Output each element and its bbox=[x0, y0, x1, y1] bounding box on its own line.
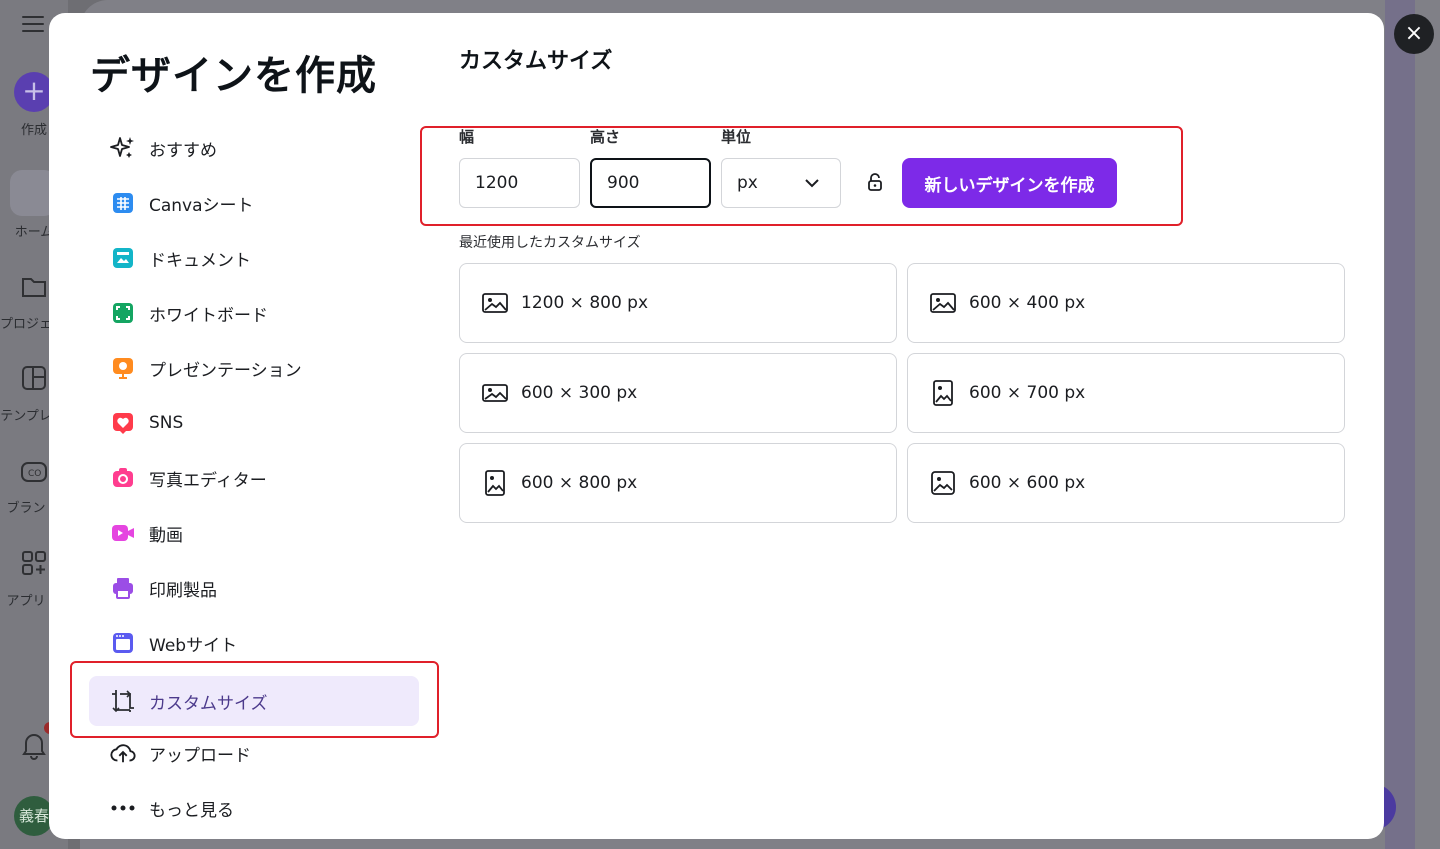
recent-size-card[interactable]: 1200 × 800 px bbox=[459, 263, 897, 343]
folder-icon bbox=[22, 278, 46, 297]
bell-icon bbox=[22, 734, 46, 760]
recent-size-text: 600 × 400 px bbox=[969, 293, 1086, 313]
recent-size-text: 1200 × 800 px bbox=[521, 293, 649, 313]
nav-label: 写真エディター bbox=[149, 470, 267, 491]
width-label: 幅 bbox=[459, 128, 475, 146]
nav-label: ドキュメント bbox=[149, 250, 251, 271]
menu-icon bbox=[22, 16, 44, 34]
recent-sizes-label: 最近使用したカスタムサイズ bbox=[459, 235, 641, 251]
height-input[interactable]: 900 bbox=[590, 158, 711, 208]
portrait-image-icon bbox=[929, 379, 957, 407]
brand-icon: CO bbox=[21, 462, 47, 482]
nav-label: アップロード bbox=[149, 745, 251, 766]
create-icon: + bbox=[14, 72, 54, 112]
nav-label: 印刷製品 bbox=[149, 580, 217, 601]
unit-select-value: px bbox=[737, 173, 758, 193]
nav-label: Canvaシート bbox=[149, 195, 254, 216]
close-button[interactable]: × bbox=[1394, 14, 1434, 54]
square-image-icon bbox=[929, 469, 957, 497]
nav-label: SNS bbox=[149, 413, 184, 433]
nav-item-video[interactable]: 動画 bbox=[89, 508, 419, 558]
recent-size-card[interactable]: 600 × 300 px bbox=[459, 353, 897, 433]
nav-label: Webサイト bbox=[149, 635, 238, 656]
recent-size-card[interactable]: 600 × 400 px bbox=[907, 263, 1345, 343]
nav-item-upload[interactable]: アップロード bbox=[89, 728, 419, 778]
presentation-icon bbox=[110, 355, 136, 381]
cloud-upload-icon bbox=[110, 740, 136, 766]
modal-title: デザインを作成 bbox=[90, 53, 377, 99]
heart-icon bbox=[110, 410, 136, 436]
recent-size-text: 600 × 600 px bbox=[969, 473, 1086, 493]
recent-size-text: 600 × 300 px bbox=[521, 383, 638, 403]
unlock-icon[interactable] bbox=[867, 172, 883, 192]
nav-label: カスタムサイズ bbox=[149, 693, 268, 714]
document-icon bbox=[110, 245, 136, 271]
create-design-modal: デザインを作成 おすすめ Canvaシート ドキュメント ホワイトボード プレゼ… bbox=[49, 13, 1384, 839]
section-title: カスタムサイズ bbox=[459, 49, 613, 74]
nav-item-sns[interactable]: SNS bbox=[89, 398, 419, 448]
create-new-design-button[interactable]: 新しいデザインを作成 bbox=[902, 158, 1117, 208]
recent-size-text: 600 × 700 px bbox=[969, 383, 1086, 403]
svg-text:CO: CO bbox=[28, 469, 41, 479]
template-icon bbox=[22, 366, 46, 390]
unit-label: 単位 bbox=[721, 128, 752, 146]
nav-label: ホワイトボード bbox=[149, 305, 268, 326]
chevron-down-icon bbox=[805, 179, 819, 188]
landscape-image-icon bbox=[481, 289, 509, 317]
avatar: 義春 bbox=[14, 796, 54, 836]
apps-icon bbox=[22, 551, 46, 575]
nav-item-whiteboard[interactable]: ホワイトボード bbox=[89, 288, 419, 338]
recent-size-card[interactable]: 600 × 700 px bbox=[907, 353, 1345, 433]
nav-item-more[interactable]: もっと見る bbox=[89, 783, 419, 833]
nav-label: おすすめ bbox=[149, 140, 217, 161]
nav-item-print[interactable]: 印刷製品 bbox=[89, 563, 419, 613]
landscape-image-icon bbox=[481, 379, 509, 407]
nav-item-photo-editor[interactable]: 写真エディター bbox=[89, 453, 419, 503]
camera-icon bbox=[110, 465, 136, 491]
recent-size-text: 600 × 800 px bbox=[521, 473, 638, 493]
width-input[interactable]: 1200 bbox=[459, 158, 580, 208]
nav-label: プレゼンテーション bbox=[149, 360, 302, 381]
printer-icon bbox=[110, 575, 136, 601]
nav-item-recommended[interactable]: おすすめ bbox=[89, 123, 419, 173]
whiteboard-icon bbox=[110, 300, 136, 326]
portrait-image-icon bbox=[481, 469, 509, 497]
nav-item-document[interactable]: ドキュメント bbox=[89, 233, 419, 283]
landscape-image-icon bbox=[929, 289, 957, 317]
nav-item-website[interactable]: Webサイト bbox=[89, 618, 419, 668]
sparkle-icon bbox=[110, 135, 136, 161]
nav-item-sheet[interactable]: Canvaシート bbox=[89, 178, 419, 228]
height-label: 高さ bbox=[590, 128, 621, 146]
background-strip bbox=[1385, 0, 1415, 849]
nav-label: 動画 bbox=[149, 525, 183, 546]
nav-label: もっと見る bbox=[149, 800, 234, 821]
sheet-icon bbox=[110, 190, 136, 216]
recent-size-card[interactable]: 600 × 800 px bbox=[459, 443, 897, 523]
custom-size-icon bbox=[110, 688, 136, 714]
recent-size-card[interactable]: 600 × 600 px bbox=[907, 443, 1345, 523]
unit-select[interactable]: px bbox=[721, 158, 841, 208]
nav-item-custom-size[interactable]: カスタムサイズ bbox=[89, 676, 419, 726]
nav-item-presentation[interactable]: プレゼンテーション bbox=[89, 343, 419, 393]
video-icon bbox=[110, 520, 136, 546]
more-icon bbox=[110, 795, 136, 821]
website-icon bbox=[110, 630, 136, 656]
